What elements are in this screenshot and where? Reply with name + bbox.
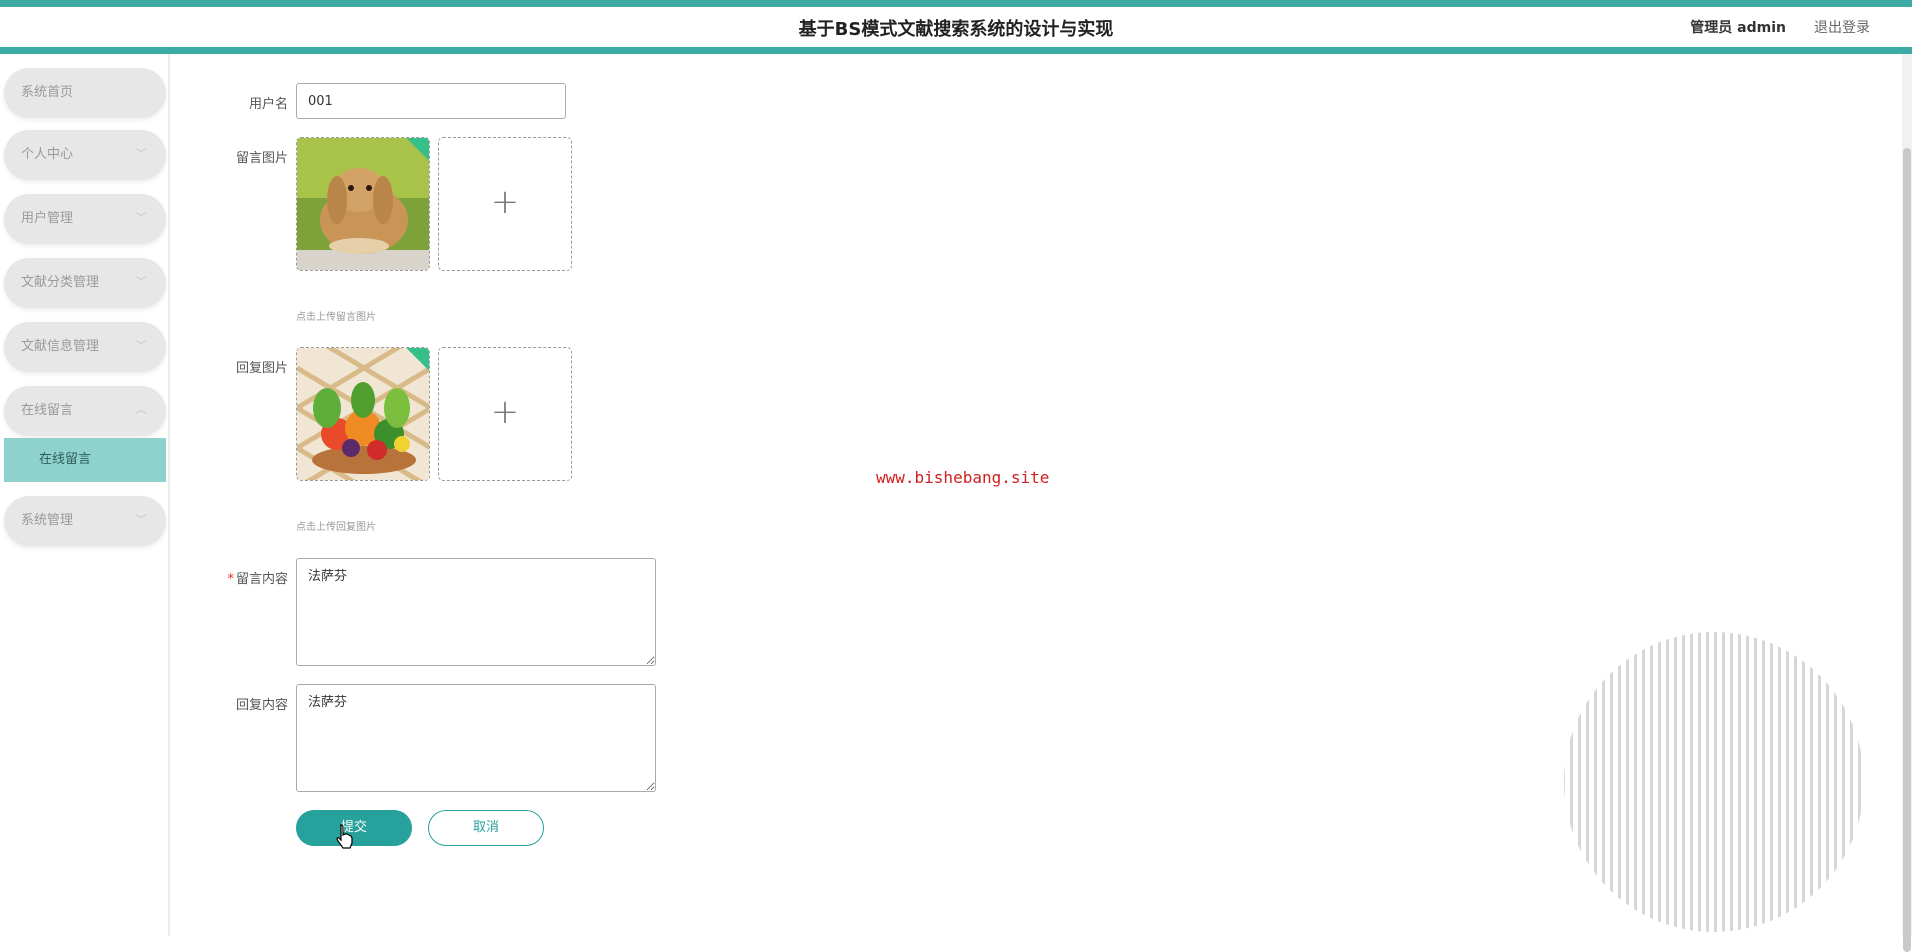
sidebar-item-label: 在线留言 — [21, 403, 74, 418]
sidebar-item-label: 文献信息管理 — [21, 339, 100, 354]
plus-icon: + — [490, 182, 520, 222]
sidebar-item-label: 系统管理 — [21, 513, 74, 528]
sidebar-item-home[interactable]: 系统首页 — [4, 68, 166, 118]
current-user-label: 管理员 admin — [1690, 20, 1786, 36]
message-content-label-text: 留言内容 — [235, 572, 288, 587]
plus-icon: + — [490, 392, 520, 432]
scrollbar-thumb[interactable] — [1903, 148, 1911, 952]
chevron-down-icon: ﹀ — [136, 277, 146, 288]
sidebar-item-label: 系统首页 — [21, 85, 74, 100]
reply-image-tip: 点击上传回复图片 — [296, 522, 376, 533]
username-label: 用户名 — [248, 97, 288, 112]
submit-button[interactable]: 提交 — [296, 810, 412, 846]
username-input[interactable] — [296, 83, 566, 119]
required-mark: * — [227, 572, 234, 587]
top-header: 基于BS模式文献搜索系统的设计与实现 管理员 admin 退出登录 — [0, 0, 1912, 54]
message-content-textarea[interactable]: 法萨芬 — [296, 558, 656, 666]
sidebar-item-label: 文献分类管理 — [21, 275, 100, 290]
page-scrollbar[interactable] — [1902, 54, 1912, 952]
reply-content-label: 回复内容 — [235, 698, 288, 713]
cancel-button[interactable]: 取消 — [428, 810, 544, 846]
chevron-up-icon: ︿ — [136, 405, 146, 416]
logout-link[interactable]: 退出登录 — [1814, 17, 1870, 37]
decorative-striped-circle — [1564, 632, 1864, 932]
sidebar-item-system-management[interactable]: 系统管理 ﹀ — [4, 496, 166, 546]
chevron-down-icon: ﹀ — [136, 149, 146, 160]
message-image-label: 留言图片 — [235, 151, 288, 166]
message-image-tip: 点击上传留言图片 — [296, 312, 376, 323]
sidebar-item-category-management[interactable]: 文献分类管理 ﹀ — [4, 258, 166, 308]
sidebar-item-label: 个人中心 — [21, 147, 74, 162]
chevron-down-icon: ﹀ — [136, 515, 146, 526]
sidebar-subitem-online-message[interactable]: 在线留言 — [4, 438, 166, 482]
chevron-down-icon: ﹀ — [136, 341, 146, 352]
sidebar-subitem-label: 在线留言 — [39, 452, 92, 467]
sidebar-item-label: 用户管理 — [21, 211, 74, 226]
hand-cursor-icon — [336, 824, 353, 849]
message-image-preview[interactable] — [296, 137, 430, 271]
message-content-label: * 留言内容 — [178, 568, 288, 587]
reply-image-upload-button[interactable]: + — [438, 347, 572, 481]
sidebar-item-personal-center[interactable]: 个人中心 ﹀ — [4, 130, 166, 180]
message-image-upload-button[interactable]: + — [438, 137, 572, 271]
sidebar-item-online-message[interactable]: 在线留言 ︿ — [4, 386, 166, 436]
sidebar: 系统首页 个人中心 ﹀ 用户管理 ﹀ 文献分类管理 ﹀ 文献信息管理 ﹀ 在线留… — [0, 54, 170, 936]
sidebar-item-user-management[interactable]: 用户管理 ﹀ — [4, 194, 166, 244]
vegetable-basket-image — [297, 348, 429, 480]
chevron-down-icon: ﹀ — [136, 213, 146, 224]
reply-content-textarea[interactable]: 法萨芬 — [296, 684, 656, 792]
rabbit-image — [297, 138, 429, 270]
watermark-text: www.bishebang.site — [876, 468, 1050, 487]
app-title: 基于BS模式文献搜索系统的设计与实现 — [798, 19, 1114, 40]
reply-image-preview[interactable] — [296, 347, 430, 481]
reply-image-label: 回复图片 — [235, 361, 288, 376]
sidebar-item-literature-management[interactable]: 文献信息管理 ﹀ — [4, 322, 166, 372]
